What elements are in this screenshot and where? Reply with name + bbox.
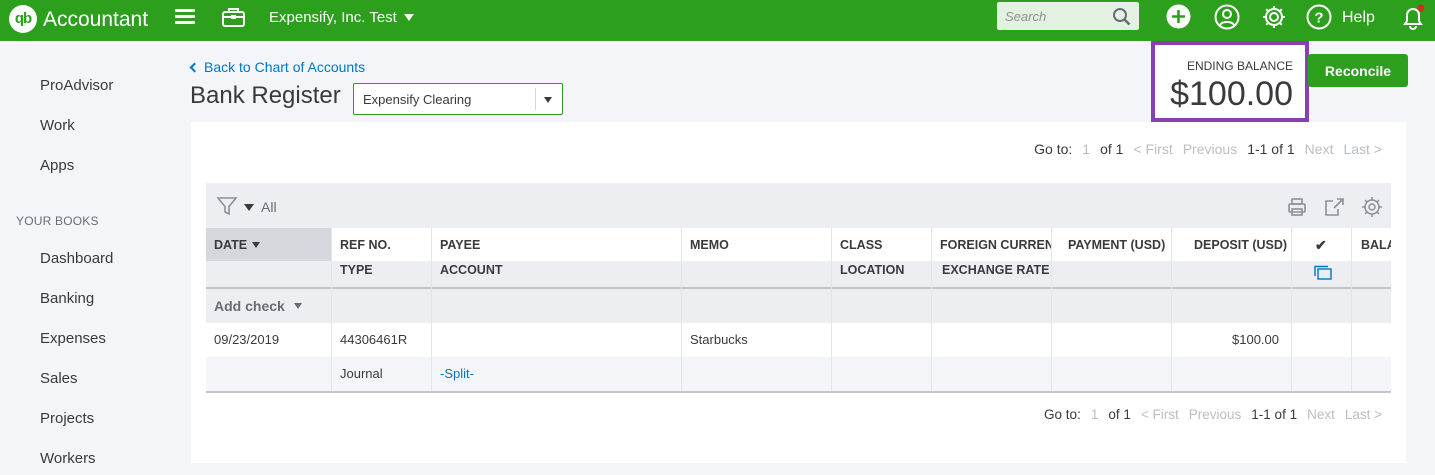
page-range-label: 1-1 of 1 (1251, 407, 1298, 422)
first-page-link[interactable]: < First (1133, 141, 1172, 157)
column-header-type[interactable]: TYPE (340, 263, 373, 277)
chevron-down-icon[interactable] (544, 97, 552, 103)
column-header-memo[interactable]: MEMO (690, 238, 729, 252)
hamburger-menu-icon[interactable] (175, 9, 195, 25)
gear-icon[interactable] (1261, 4, 1287, 35)
next-page-link[interactable]: Next (1307, 407, 1335, 422)
ending-balance-amount: $100.00 (1170, 75, 1293, 113)
quickbooks-logo[interactable]: qb (9, 5, 37, 33)
previous-page-link[interactable]: Previous (1183, 141, 1237, 157)
search-input[interactable] (997, 2, 1107, 30)
sidebar-item-expenses[interactable]: Expenses (40, 330, 106, 347)
sidebar-item-apps[interactable]: Apps (40, 157, 74, 174)
ending-balance-label: ENDING BALANCE (1186, 59, 1293, 73)
sidebar-item-banking[interactable]: Banking (40, 290, 94, 307)
sidebar-section-label: YOUR BOOKS (16, 214, 99, 228)
cell-deposit: $100.00 (1232, 332, 1279, 347)
company-switcher[interactable]: Expensify, Inc. Test (269, 9, 414, 26)
chevron-down-icon (293, 303, 302, 309)
column-header-balance[interactable]: BALANCE (1361, 238, 1391, 252)
table-row-detail[interactable] (206, 357, 1391, 391)
column-header-account[interactable]: ACCOUNT (440, 263, 503, 277)
add-check-label: Add check (214, 298, 285, 314)
cell-date: 09/23/2019 (214, 332, 280, 347)
first-page-link[interactable]: < First (1141, 407, 1179, 422)
table-subheader-row (206, 261, 1391, 287)
column-header-exchange-rate[interactable]: EXCHANGE RATE (942, 263, 1049, 277)
brand-name: Accountant (43, 8, 149, 31)
column-header-payee[interactable]: PAYEE (440, 238, 480, 252)
briefcase-icon[interactable] (221, 5, 246, 34)
column-header-ref-no[interactable]: REF NO. (340, 238, 391, 252)
pagination-bottom: Go to: 1 of 1 < First Previous 1-1 of 1 … (1044, 407, 1382, 422)
export-icon[interactable] (1323, 196, 1345, 223)
filter-bar: All (206, 183, 1391, 228)
top-navigation-bar: qb Accountant Expensify, Inc. Test ? Hel… (0, 0, 1435, 41)
filter-value[interactable]: All (261, 199, 277, 215)
reconcile-button[interactable]: Reconcile (1308, 54, 1408, 87)
sort-desc-icon (252, 242, 261, 248)
goto-label: Go to: (1034, 141, 1073, 157)
settings-icon[interactable] (1361, 196, 1383, 223)
column-header-location[interactable]: LOCATION (840, 263, 904, 277)
ending-balance-panel: ENDING BALANCE $100.00 (1151, 41, 1309, 122)
sidebar-item-work[interactable]: Work (40, 117, 75, 134)
column-header-reconciled[interactable]: ✔ (1315, 237, 1327, 254)
help-label[interactable]: Help (1342, 9, 1375, 27)
page-range-label: 1-1 of 1 (1247, 141, 1295, 157)
add-check-row (206, 289, 1391, 323)
column-header-payment[interactable]: PAYMENT (USD) (1068, 238, 1165, 252)
split-link[interactable]: -Split- (440, 366, 474, 381)
chevron-left-icon (189, 62, 200, 73)
left-sidebar: ProAdvisor Work Apps YOUR BOOKS Dashboar… (0, 41, 186, 475)
cell-type: Journal (340, 366, 383, 381)
cell-ref-no: 44306461R (340, 332, 408, 347)
chevron-down-icon[interactable] (244, 204, 254, 211)
page-input[interactable]: 1 (1082, 141, 1090, 157)
chevron-down-icon (403, 14, 414, 21)
cell-memo: Starbucks (690, 332, 748, 347)
company-name: Expensify, Inc. Test (269, 9, 397, 26)
account-select-dropdown[interactable]: Expensify Clearing (353, 83, 563, 115)
account-select-value: Expensify Clearing (363, 92, 472, 107)
page-title: Bank Register (190, 82, 341, 109)
notification-bell-icon[interactable] (1399, 3, 1427, 36)
pagination-top: Go to: 1 of 1 < First Previous 1-1 of 1 … (1034, 141, 1382, 157)
column-header-date[interactable]: DATE (214, 238, 261, 252)
back-to-chart-of-accounts-link[interactable]: Back to Chart of Accounts (189, 59, 366, 75)
column-header-foreign-currency[interactable]: FOREIGN CURRENCY (940, 238, 1052, 252)
sidebar-item-proadvisor[interactable]: ProAdvisor (40, 77, 113, 94)
sidebar-item-projects[interactable]: Projects (40, 410, 94, 427)
register-card: Go to: 1 of 1 < First Previous 1-1 of 1 … (191, 122, 1406, 463)
last-page-link[interactable]: Last > (1345, 407, 1382, 422)
column-header-deposit[interactable]: DEPOSIT (USD) (1194, 238, 1287, 252)
back-link-label: Back to Chart of Accounts (204, 59, 366, 75)
previous-page-link[interactable]: Previous (1189, 407, 1242, 422)
next-page-link[interactable]: Next (1305, 141, 1334, 157)
add-check-dropdown[interactable]: Add check (214, 298, 302, 314)
goto-label: Go to: (1044, 407, 1081, 422)
help-icon[interactable]: ? (1306, 4, 1332, 35)
search-icon[interactable] (1112, 7, 1131, 31)
page-input[interactable]: 1 (1091, 407, 1099, 422)
sidebar-item-dashboard[interactable]: Dashboard (40, 250, 113, 267)
account-profile-icon[interactable] (1214, 4, 1240, 35)
duplicate-icon[interactable] (1313, 265, 1333, 286)
sidebar-item-sales[interactable]: Sales (40, 370, 78, 387)
svg-text:?: ? (1314, 10, 1323, 27)
create-plus-icon[interactable] (1166, 4, 1191, 34)
page-total-label: of 1 (1108, 407, 1131, 422)
search-box[interactable] (997, 2, 1139, 30)
print-icon[interactable] (1286, 196, 1308, 223)
column-header-class[interactable]: CLASS (840, 238, 882, 252)
sidebar-item-workers[interactable]: Workers (40, 450, 96, 467)
filter-icon[interactable] (216, 195, 238, 222)
last-page-link[interactable]: Last > (1343, 141, 1382, 157)
page-total-label: of 1 (1100, 141, 1124, 157)
